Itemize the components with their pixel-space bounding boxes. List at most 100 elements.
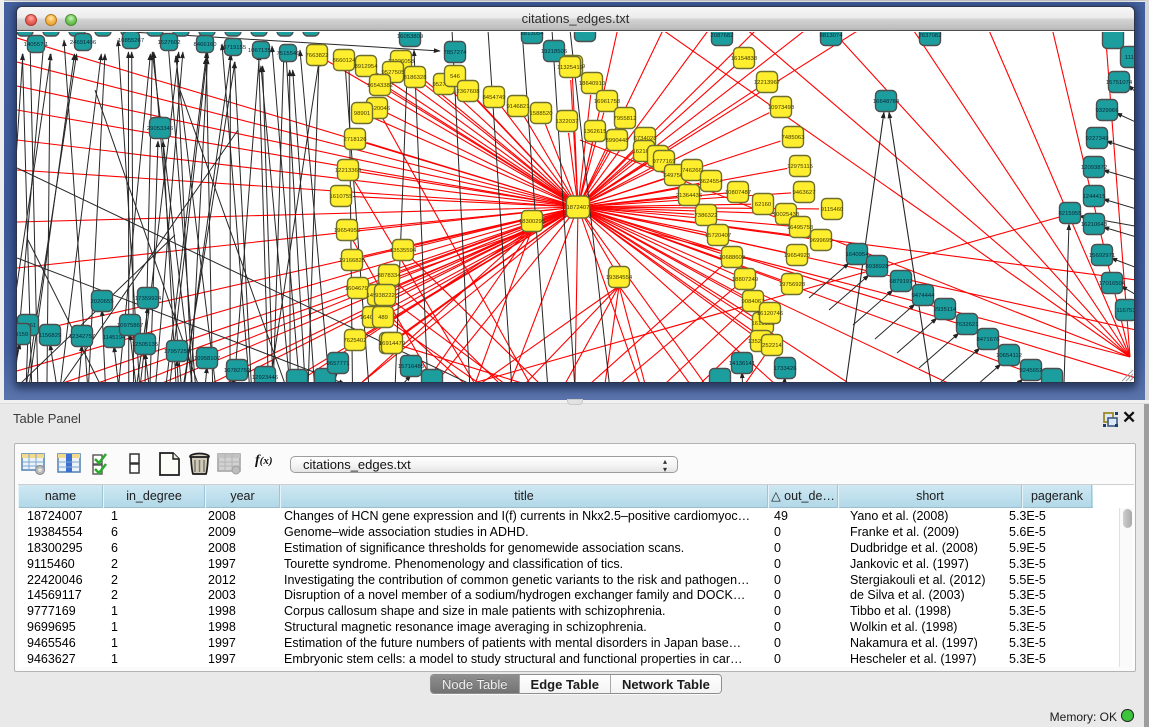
svg-text:16210643: 16210643	[1081, 222, 1108, 228]
svg-text:1244415: 1244415	[1083, 194, 1107, 200]
svg-text:15692971: 15692971	[1089, 253, 1115, 259]
svg-text:10719155: 10719155	[220, 45, 247, 51]
svg-text:8912954: 8912954	[355, 64, 379, 70]
svg-text:19654955: 19654955	[334, 228, 361, 234]
svg-text:12213369: 12213369	[335, 168, 361, 174]
svg-text:9146821: 9146821	[507, 104, 530, 110]
svg-text:16120746: 16120746	[757, 311, 784, 317]
svg-text:15720407: 15720407	[705, 233, 731, 239]
svg-text:8215955: 8215955	[1059, 211, 1083, 217]
svg-text:2637082: 2637082	[919, 33, 942, 39]
svg-text:1156829: 1156829	[39, 333, 62, 339]
svg-text:2087682: 2087682	[711, 33, 734, 39]
svg-text:10654112: 10654112	[996, 353, 1022, 359]
svg-text:19756928: 19756928	[779, 282, 806, 288]
svg-text:12923446: 12923446	[252, 375, 279, 381]
svg-text:18807249: 18807249	[732, 277, 758, 283]
svg-text:17016504: 17016504	[1099, 281, 1126, 287]
svg-text:11325419: 11325419	[557, 65, 583, 71]
svg-text:8813074: 8813074	[820, 33, 844, 39]
svg-text:116753: 116753	[1116, 308, 1134, 314]
svg-text:19654923: 19654923	[784, 253, 811, 259]
svg-text:1322037: 1322037	[556, 119, 579, 125]
svg-text:16961758: 16961758	[594, 99, 621, 105]
svg-text:39159: 39159	[17, 332, 28, 338]
svg-text:1588520: 1588520	[530, 111, 554, 117]
svg-text:1362615: 1362615	[584, 129, 608, 135]
svg-text:8471676: 8471676	[977, 337, 1001, 343]
svg-text:17359924: 17359924	[135, 296, 162, 302]
svg-text:16914479: 16914479	[379, 341, 405, 347]
svg-text:746266: 746266	[682, 168, 702, 174]
svg-text:3624554: 3624554	[700, 179, 724, 185]
svg-text:12342757: 12342757	[69, 334, 95, 340]
svg-text:8813054: 8813054	[521, 32, 545, 37]
svg-text:1145194: 1145194	[103, 335, 126, 341]
svg-text:21364436: 21364436	[676, 193, 703, 199]
svg-text:8938928: 8938928	[866, 264, 890, 270]
svg-text:10973493: 10973493	[768, 105, 795, 111]
svg-text:8660124: 8660124	[333, 58, 357, 64]
svg-text:7485063: 7485063	[782, 135, 806, 141]
svg-text:19218506: 19218506	[541, 49, 568, 55]
svg-text:938222: 938222	[375, 293, 395, 299]
svg-text:10975867: 10975867	[117, 323, 143, 329]
svg-text:7386322: 7386322	[695, 213, 718, 219]
svg-text:1527602: 1527602	[158, 40, 181, 46]
svg-text:9227349: 9227349	[1086, 136, 1109, 142]
svg-text:1733426: 1733426	[774, 366, 798, 372]
svg-text:15751074: 15751074	[1106, 80, 1133, 86]
svg-text:2718126: 2718126	[344, 137, 368, 143]
svg-text:8186328: 8186328	[404, 75, 428, 81]
svg-text:9245652: 9245652	[1020, 368, 1043, 374]
svg-text:8454749: 8454749	[483, 95, 506, 101]
svg-text:1640954: 1640954	[846, 252, 870, 258]
svg-text:489: 489	[378, 315, 388, 321]
svg-text:140557 1: 140557 1	[24, 42, 49, 48]
svg-text:8990448: 8990448	[606, 138, 630, 144]
svg-text:6879197: 6879197	[890, 279, 913, 285]
svg-text:10807487: 10807487	[725, 190, 751, 196]
svg-text:15716485: 15716485	[398, 364, 425, 370]
svg-text:12505135: 12505135	[132, 342, 159, 348]
svg-text:7515546: 7515546	[277, 51, 301, 57]
svg-text:18640910: 18640910	[579, 81, 606, 87]
svg-text:2020655: 2020655	[91, 299, 115, 305]
svg-text:19384554: 19384554	[606, 275, 633, 281]
svg-text:16782759: 16782759	[224, 368, 250, 374]
svg-text:24691406: 24691406	[70, 40, 97, 46]
svg-text:9699695: 9699695	[810, 238, 834, 244]
svg-text:10671355: 10671355	[248, 48, 275, 54]
svg-text:1610755: 1610755	[330, 194, 354, 200]
svg-text:10688609: 10688609	[719, 255, 745, 261]
svg-text:9115460: 9115460	[821, 207, 844, 213]
svg-text:13535594: 13535594	[390, 248, 417, 254]
svg-text:2367608: 2367608	[457, 89, 481, 95]
svg-text:252214: 252214	[762, 343, 782, 349]
svg-text:9657771: 9657771	[327, 361, 350, 367]
svg-text:7663822: 7663822	[306, 53, 329, 59]
svg-text:12975115: 12975115	[787, 164, 813, 170]
svg-text:10855267: 10855267	[118, 38, 144, 44]
svg-text:29053346: 29053346	[147, 126, 174, 132]
svg-text:16053809: 16053809	[397, 34, 423, 40]
svg-text:7632621: 7632621	[956, 322, 979, 328]
svg-text:9329966: 9329966	[1096, 108, 1120, 114]
svg-text:12213967: 12213967	[754, 80, 780, 86]
svg-text:16543382: 16543382	[367, 83, 393, 89]
svg-text:16154838: 16154838	[731, 56, 758, 62]
svg-text:62160: 62160	[755, 202, 772, 208]
svg-text:9474444: 9474444	[912, 293, 936, 299]
svg-text:98901: 98901	[354, 111, 370, 117]
svg-text:18300295: 18300295	[519, 219, 546, 225]
svg-text:12093872: 12093872	[1081, 165, 1107, 171]
svg-text:16648784: 16648784	[873, 99, 900, 105]
svg-text:8878334: 8878334	[378, 273, 402, 279]
svg-text:14136141: 14136141	[729, 361, 755, 367]
svg-text:7625402: 7625402	[344, 338, 367, 344]
svg-text:546: 546	[450, 74, 461, 80]
svg-text:9463627: 9463627	[793, 190, 816, 196]
svg-text:1872407: 1872407	[567, 205, 590, 211]
svg-text:17957255: 17957255	[164, 349, 191, 355]
svg-text:8466160: 8466160	[194, 42, 218, 48]
